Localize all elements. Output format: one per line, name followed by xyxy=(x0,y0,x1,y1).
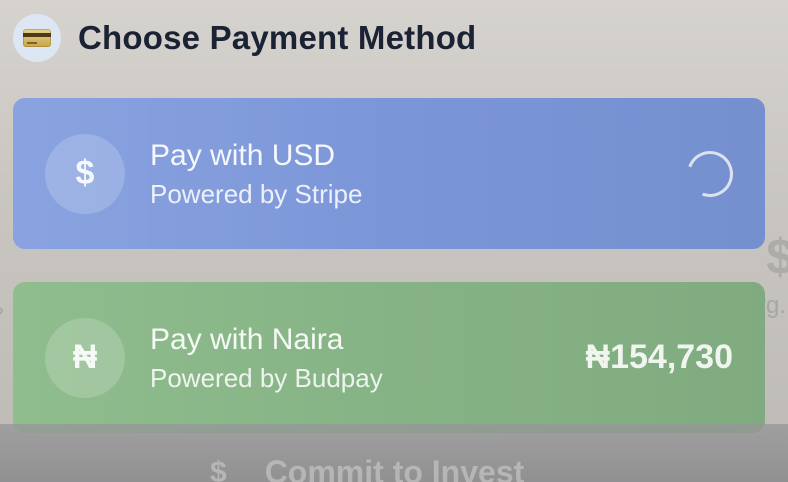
background-chevron-icon: › xyxy=(0,300,4,321)
option-text: Pay with Naira Powered by Budpay xyxy=(150,322,586,394)
commit-content: $ Commit to Invest xyxy=(210,454,524,482)
loading-spinner-icon xyxy=(679,142,741,205)
option-title: Pay with Naira xyxy=(150,322,344,356)
page-title: Choose Payment Method xyxy=(78,19,477,56)
naira-icon: ₦ xyxy=(45,317,125,398)
option-subtitle: Powered by Stripe xyxy=(150,178,363,209)
naira-amount: ₦154,730 xyxy=(585,338,733,376)
sheet-header: Choose Payment Method xyxy=(13,14,476,62)
credit-card-glyph xyxy=(23,29,51,47)
option-title: Pay with USD xyxy=(150,138,336,172)
commit-to-invest-button[interactable]: $ Commit to Invest xyxy=(0,424,788,482)
dollar-icon: $ xyxy=(45,133,125,214)
option-subtitle: Powered by Budpay xyxy=(150,362,383,393)
option-text: Pay with USD Powered by Stripe xyxy=(150,138,687,210)
dollar-icon: $ xyxy=(210,455,227,482)
pay-with-usd-button[interactable]: $ Pay with USD Powered by Stripe xyxy=(13,98,765,249)
commit-label: Commit to Invest xyxy=(264,454,525,482)
background-dollar-value: $ xyxy=(766,229,788,285)
credit-card-icon xyxy=(13,14,61,62)
pay-with-naira-button[interactable]: ₦ Pay with Naira Powered by Budpay ₦154,… xyxy=(13,282,765,433)
